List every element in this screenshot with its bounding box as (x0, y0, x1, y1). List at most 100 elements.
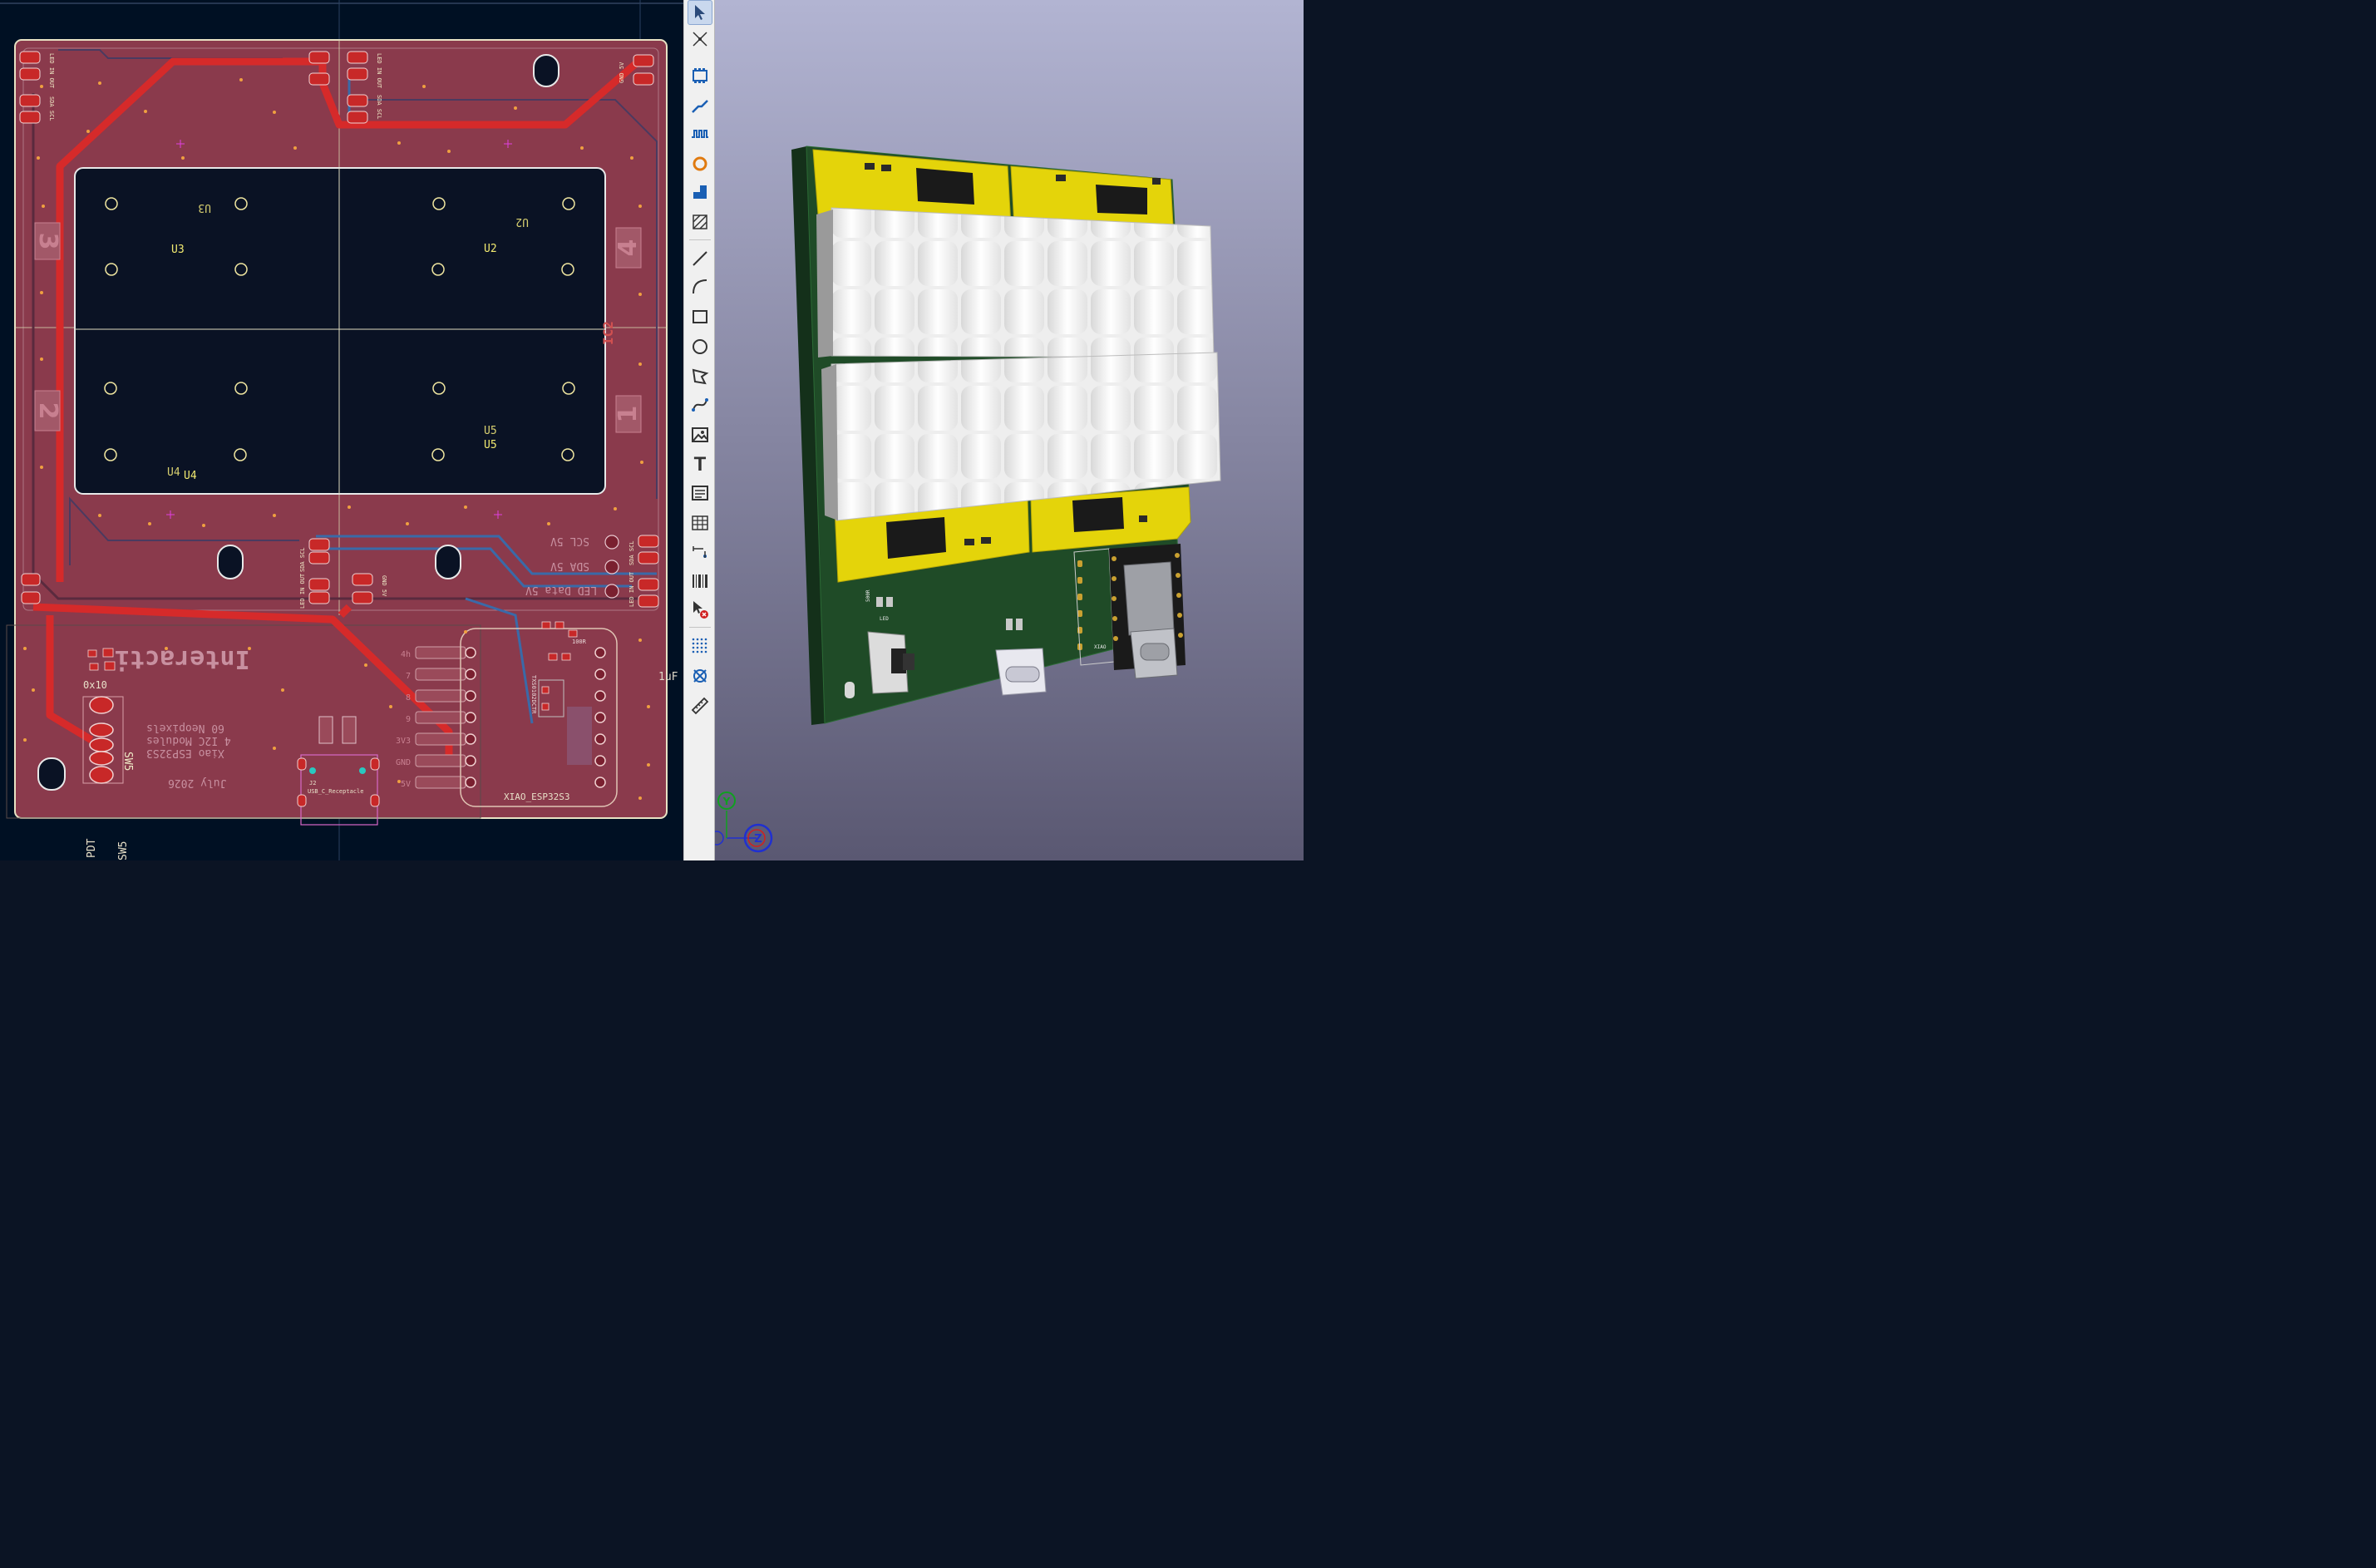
tune-length-tool[interactable] (688, 121, 712, 146)
local-ratsnest-tool[interactable] (688, 27, 712, 52)
rule-area-icon (693, 214, 707, 229)
svg-text:2: 2 (33, 402, 62, 420)
svg-text:GND: GND (396, 758, 411, 767)
bezier-icon (692, 398, 708, 412)
logo-text: Interacti (115, 644, 250, 673)
set-grid-origin-tool[interactable] (688, 634, 712, 658)
module-number-4: 4 (614, 227, 643, 269)
led-diffuser-array (816, 207, 1221, 521)
svg-text:4h: 4h (401, 650, 411, 659)
ruler-icon (691, 697, 709, 715)
connector-label: LED IN OUT (629, 571, 635, 607)
add-image-tool[interactable] (688, 422, 712, 447)
arc-icon (693, 279, 707, 294)
module-ref-u5: U5 (484, 439, 497, 451)
module-ref-u4: U4 (184, 470, 197, 482)
board-description-line: 60 Neopixels (146, 722, 224, 734)
measure-tool[interactable] (688, 693, 712, 718)
select-tool[interactable] (688, 0, 712, 25)
date-text: July 2026 (168, 777, 226, 789)
board-description-line: Xiao ESP32S3 (146, 747, 224, 759)
svg-text:3V3: 3V3 (396, 737, 411, 746)
route-track-tool[interactable] (688, 93, 712, 118)
arrow-cursor-icon (695, 5, 705, 20)
mcu-pad-group (567, 707, 592, 765)
connector-label: GND 5V (381, 575, 387, 597)
silk-3d-label: 500R (865, 589, 871, 602)
io-vias (604, 535, 619, 599)
connector-label: SDA SCL (48, 96, 55, 121)
add-zone-tool[interactable] (688, 180, 712, 205)
draw-polygon-tool[interactable] (688, 364, 712, 389)
delete-tool[interactable] (688, 597, 712, 622)
delete-cursor-icon (693, 601, 708, 619)
svg-text:5V: 5V (401, 780, 411, 789)
add-textbox-tool[interactable] (688, 481, 712, 505)
ratsnest-icon (693, 32, 707, 47)
module-ref-mirrored: U4 (167, 466, 180, 479)
polygon-icon (692, 368, 709, 385)
place-footprint-tool[interactable] (688, 63, 712, 88)
module-ref-mirrored: U2 (515, 215, 529, 228)
module-ref-mirrored: U5 (484, 425, 497, 437)
set-drill-origin-tool[interactable] (688, 663, 712, 688)
connector-label: LED IN OUT (48, 53, 55, 89)
add-text-tool[interactable]: T (688, 452, 712, 477)
mcu-label: XIAO_ESP32S3 (504, 791, 569, 802)
route-track-icon (692, 100, 708, 113)
module-number-3: 3 (33, 222, 62, 260)
drill-origin-icon (693, 669, 707, 683)
add-dimension-tool[interactable] (688, 539, 712, 564)
board-description-line: 4 I2C Modules (146, 734, 231, 747)
svg-text:1: 1 (614, 406, 643, 423)
module-number-2: 2 (33, 390, 62, 431)
draw-circle-tool[interactable] (688, 334, 712, 359)
toolbar-separator (689, 627, 711, 628)
module-ref-u3: U3 (171, 244, 185, 256)
table-icon (692, 515, 708, 530)
image-icon (692, 427, 708, 442)
footprint-icon (693, 68, 707, 83)
switch-ref: SW5 (121, 752, 134, 771)
switch-value: 0x10 (83, 679, 107, 691)
connector-label: GND 5V (619, 62, 625, 83)
connector-label: SDA SCL (376, 95, 382, 120)
usb-value: USB_C_Receptacle (308, 788, 363, 795)
mounting-hole-3d (845, 682, 855, 698)
drawing-toolbar: T (683, 0, 715, 860)
bottom-label: SW5 (117, 841, 130, 860)
draw-bezier-tool[interactable] (688, 392, 712, 417)
usb-c-3d (995, 648, 1047, 696)
svg-text:3: 3 (33, 233, 62, 250)
add-barcode-tool[interactable] (688, 569, 712, 594)
draw-arc-tool[interactable] (688, 274, 712, 299)
svg-text:4: 4 (614, 239, 643, 257)
level-shifter-label: TXS0102DCTR (530, 675, 537, 714)
add-table-tool[interactable] (688, 510, 712, 535)
axis-label-y: Y (722, 796, 731, 807)
silk-3d-label: LED (880, 616, 889, 622)
grid-origin-icon (692, 638, 707, 653)
module-ref-u2: U2 (484, 243, 497, 255)
svg-text:9: 9 (406, 715, 411, 724)
cap-value-label: 1uF (658, 671, 678, 683)
add-rule-area-tool[interactable] (688, 210, 712, 234)
tune-length-icon (692, 130, 708, 138)
connector-label: SDA SCL (629, 540, 635, 565)
text-icon: T (693, 453, 707, 476)
side-text-ic2: IC2 (600, 321, 616, 345)
line-icon (693, 251, 707, 266)
draw-rectangle-tool[interactable] (688, 304, 712, 329)
circle-icon (693, 339, 707, 354)
add-via-tool[interactable] (688, 151, 712, 176)
svg-text:8: 8 (406, 693, 411, 703)
draw-line-tool[interactable] (688, 246, 712, 271)
rectangle-icon (693, 310, 707, 323)
io-label-led-data: LED Data 5V (525, 584, 597, 596)
zone-icon (693, 185, 707, 199)
3d-viewer-canvas[interactable]: 500R LED XIAO Y Z (715, 0, 1304, 860)
pcb-editor-canvas[interactable]: U3 U3 U2 U2 U4 U4 U5 U5 3 4 2 1 IC2 LED … (0, 0, 683, 860)
dimension-icon (693, 546, 707, 558)
connector-label: SDA SCL (299, 547, 306, 572)
textbox-icon (692, 486, 708, 500)
